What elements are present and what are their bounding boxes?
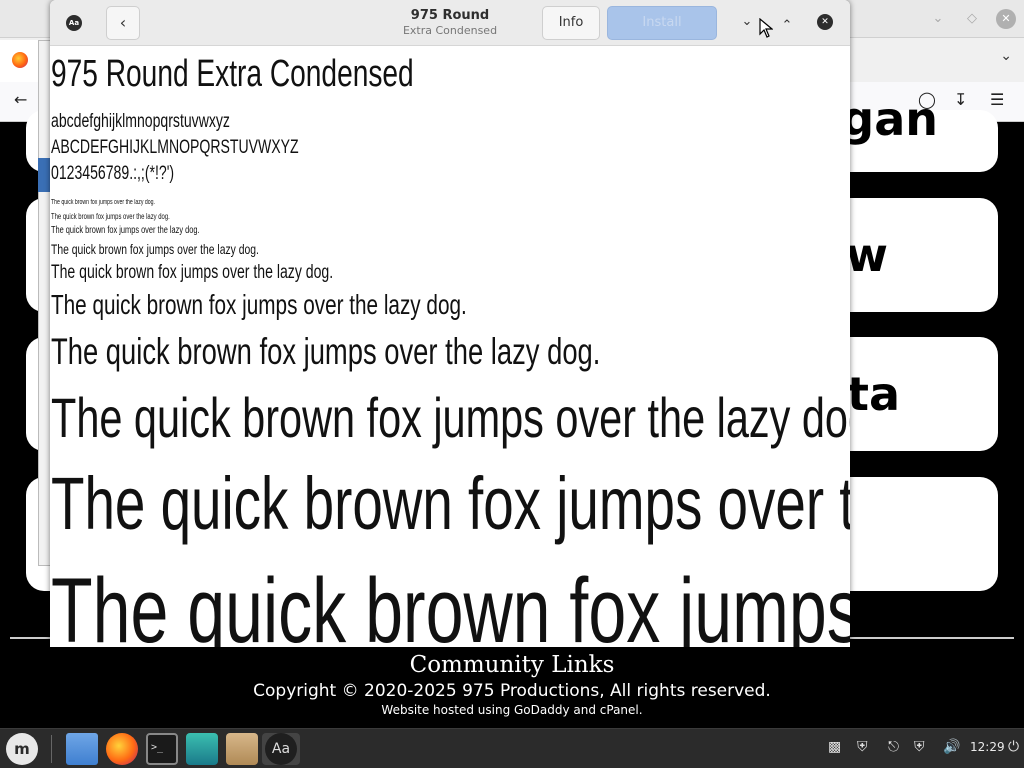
usb-icon[interactable]: ⎋ (888, 739, 899, 755)
specimen-lowercase: abcdefghijklmnopqrstuvwxyz (51, 111, 230, 132)
specimen-digits: 0123456789.:,;(*!?') (51, 163, 175, 184)
back-button[interactable]: ‹ (106, 6, 140, 40)
specimen-font-name: 975 Round Extra Condensed (51, 53, 414, 95)
files-app-icon[interactable] (66, 733, 98, 765)
info-button[interactable]: Info (542, 6, 600, 40)
pangram-size-10: The quick brown fox jumps over the lazy … (51, 560, 850, 647)
font-viewer-task-button[interactable]: Aa (262, 733, 300, 765)
back-arrow-icon[interactable]: ← (14, 90, 27, 109)
pangram-size-7: The quick brown fox jumps over the lazy … (51, 331, 601, 372)
terminal-app-icon[interactable]: >_ (146, 733, 178, 765)
browser-close-icon[interactable]: ✕ (996, 9, 1016, 29)
footer-copyright: Copyright © 2020-2025 975 Productions, A… (253, 681, 771, 701)
firefox-tab-icon (12, 52, 28, 68)
pangram-size-8: The quick brown fox jumps over the lazy … (51, 386, 850, 449)
chevron-down-icon[interactable]: ⌄ (736, 11, 758, 33)
power-icon[interactable]: ⏻ (1008, 739, 1019, 755)
pangram-size-2: The quick brown fox jumps over the lazy … (51, 212, 170, 221)
site-card-3-text: ta (846, 367, 900, 421)
footer-hosting: Website hosted using GoDaddy and cPanel. (381, 703, 643, 717)
close-icon[interactable]: ✕ (817, 14, 833, 30)
chevron-left-icon: ‹ (119, 13, 127, 32)
desktop: ⌄ ◇ ✕ ⌄ ← ◯ ↧ ☰ gan w ta Community Links… (0, 0, 1024, 768)
minimize-icon[interactable]: ⌄ (928, 9, 948, 29)
shield-update-icon[interactable]: ⛨ (857, 739, 868, 755)
pangram-size-9: The quick brown fox jumps over the lazy … (51, 462, 850, 545)
font-specimen-area: 975 Round Extra Condensed abcdefghijklmn… (50, 47, 850, 647)
specimen-uppercase: ABCDEFGHIJKLMNOPQRSTUVWXYZ (51, 137, 299, 158)
pangram-size-4: The quick brown fox jumps over the lazy … (51, 241, 259, 257)
clipboard-icon[interactable]: ▩ (828, 739, 841, 755)
font-viewer-taskbar-icon: Aa (265, 733, 297, 765)
footer-title[interactable]: Community Links (0, 652, 1024, 678)
vpn-shield-icon[interactable]: ⛨ (914, 739, 925, 755)
taskbar-separator (51, 735, 52, 763)
volume-icon[interactable]: 🔊 (943, 739, 960, 755)
clock[interactable]: 12:29 (970, 740, 1005, 754)
start-menu-icon[interactable]: m (6, 733, 38, 765)
pangram-size-5: The quick brown fox jumps over the lazy … (51, 262, 334, 283)
site-card-2-text: w (845, 228, 889, 282)
pangram-size-1: The quick brown fox jumps over the lazy … (51, 199, 155, 206)
font-viewer-app-icon: Aa (66, 15, 82, 31)
pangram-size-6: The quick brown fox jumps over the lazy … (51, 289, 467, 320)
font-viewer-headerbar: Aa ‹ 975 Round Extra Condensed Info Inst… (50, 0, 850, 46)
font-subtitle: Extra Condensed (402, 24, 498, 37)
archive-app-icon[interactable] (226, 733, 258, 765)
hamburger-menu-icon[interactable]: ☰ (990, 90, 1004, 109)
site-card-1-text: gan (841, 92, 938, 146)
download-icon[interactable]: ↧ (954, 90, 967, 109)
taskbar: m >_ Aa ▩ ⛨ ⎋ ⛨ 🔊 12:29 ⏻ (0, 728, 1024, 768)
background-window-selection (38, 158, 50, 192)
install-button[interactable]: Install (607, 6, 717, 40)
firefox-app-icon[interactable] (106, 733, 138, 765)
maximize-icon[interactable]: ◇ (962, 9, 982, 29)
font-title: 975 Round (410, 8, 490, 23)
pangram-size-3: The quick brown fox jumps over the lazy … (51, 225, 200, 236)
font-viewer-window: Aa ‹ 975 Round Extra Condensed Info Inst… (50, 0, 850, 647)
chevron-up-icon[interactable]: ⌃ (776, 15, 798, 37)
settings-app-icon[interactable] (186, 733, 218, 765)
tab-list-chevron-icon[interactable]: ⌄ (1000, 48, 1012, 64)
